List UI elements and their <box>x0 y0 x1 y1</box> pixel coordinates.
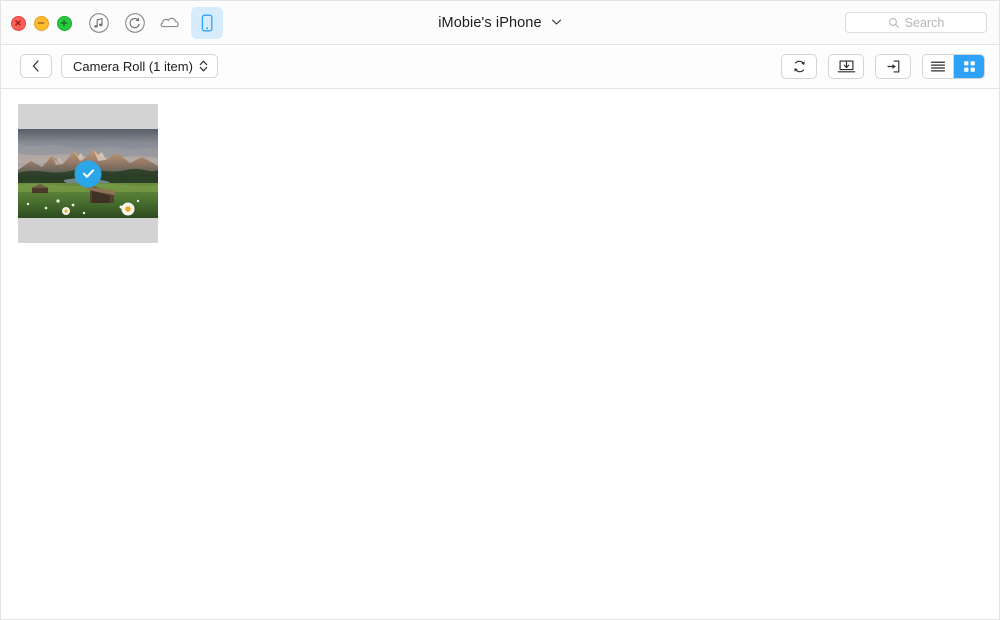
daisy-foreground <box>121 202 135 216</box>
close-window-button[interactable] <box>11 16 26 31</box>
back-button[interactable] <box>20 54 52 78</box>
export-to-mac-button[interactable] <box>828 54 864 79</box>
breadcrumb[interactable]: Camera Roll (1 item) <box>61 54 218 78</box>
maximize-window-button[interactable] <box>57 16 72 31</box>
import-arrow-into-box-icon <box>886 60 899 73</box>
grid-squares-icon <box>963 61 975 72</box>
app-window: iMobie's iPhone Search Camera Roll (1 it… <box>0 0 1000 620</box>
grid-view-button[interactable] <box>953 55 984 78</box>
search-placeholder: Search <box>904 15 945 30</box>
cloud-icon <box>160 17 179 28</box>
breadcrumb-label: Camera Roll (1 item) <box>73 58 193 74</box>
search-input[interactable]: Search <box>845 12 987 33</box>
module-nav <box>83 7 223 39</box>
photo-grid-item[interactable] <box>18 104 158 243</box>
selection-checkmark[interactable] <box>74 160 102 187</box>
chevron-left-icon <box>32 60 39 72</box>
chevron-up-down-icon <box>199 60 208 72</box>
toolbar-left-group: Camera Roll (1 item) <box>20 54 218 78</box>
page-title: iMobie's iPhone <box>438 15 542 31</box>
search-icon <box>888 17 899 28</box>
list-lines-icon <box>930 61 946 72</box>
refresh-button[interactable] <box>781 54 817 79</box>
path-toolbar: Camera Roll (1 item) <box>1 45 999 89</box>
photo-grid-area <box>1 89 999 619</box>
backup-restore-circle-icon <box>125 13 145 33</box>
download-to-tray-icon <box>837 60 855 73</box>
sync-refresh-icon <box>793 60 805 73</box>
toolbar-right-group <box>781 54 985 79</box>
iphone-device-icon <box>201 14 213 32</box>
maximize-icon <box>60 19 68 27</box>
nav-item-device[interactable] <box>191 7 223 39</box>
nav-item-music[interactable] <box>83 7 115 39</box>
window-controls <box>11 16 72 31</box>
minimize-window-button[interactable] <box>34 16 49 31</box>
music-note-circle-icon <box>89 13 109 33</box>
chevron-down-icon[interactable] <box>551 14 562 30</box>
photo-thumbnail[interactable] <box>18 129 158 218</box>
view-mode-toggle[interactable] <box>922 54 985 79</box>
list-view-button[interactable] <box>923 55 953 78</box>
checkmark-circle-icon <box>82 169 94 178</box>
import-to-device-button[interactable] <box>875 54 911 79</box>
close-icon <box>15 20 21 26</box>
title-bar: iMobie's iPhone Search <box>1 1 999 45</box>
photo-grid <box>18 104 999 243</box>
nav-item-backup-restore[interactable] <box>119 7 151 39</box>
minimize-icon <box>37 22 45 24</box>
nav-item-cloud[interactable] <box>155 7 187 39</box>
